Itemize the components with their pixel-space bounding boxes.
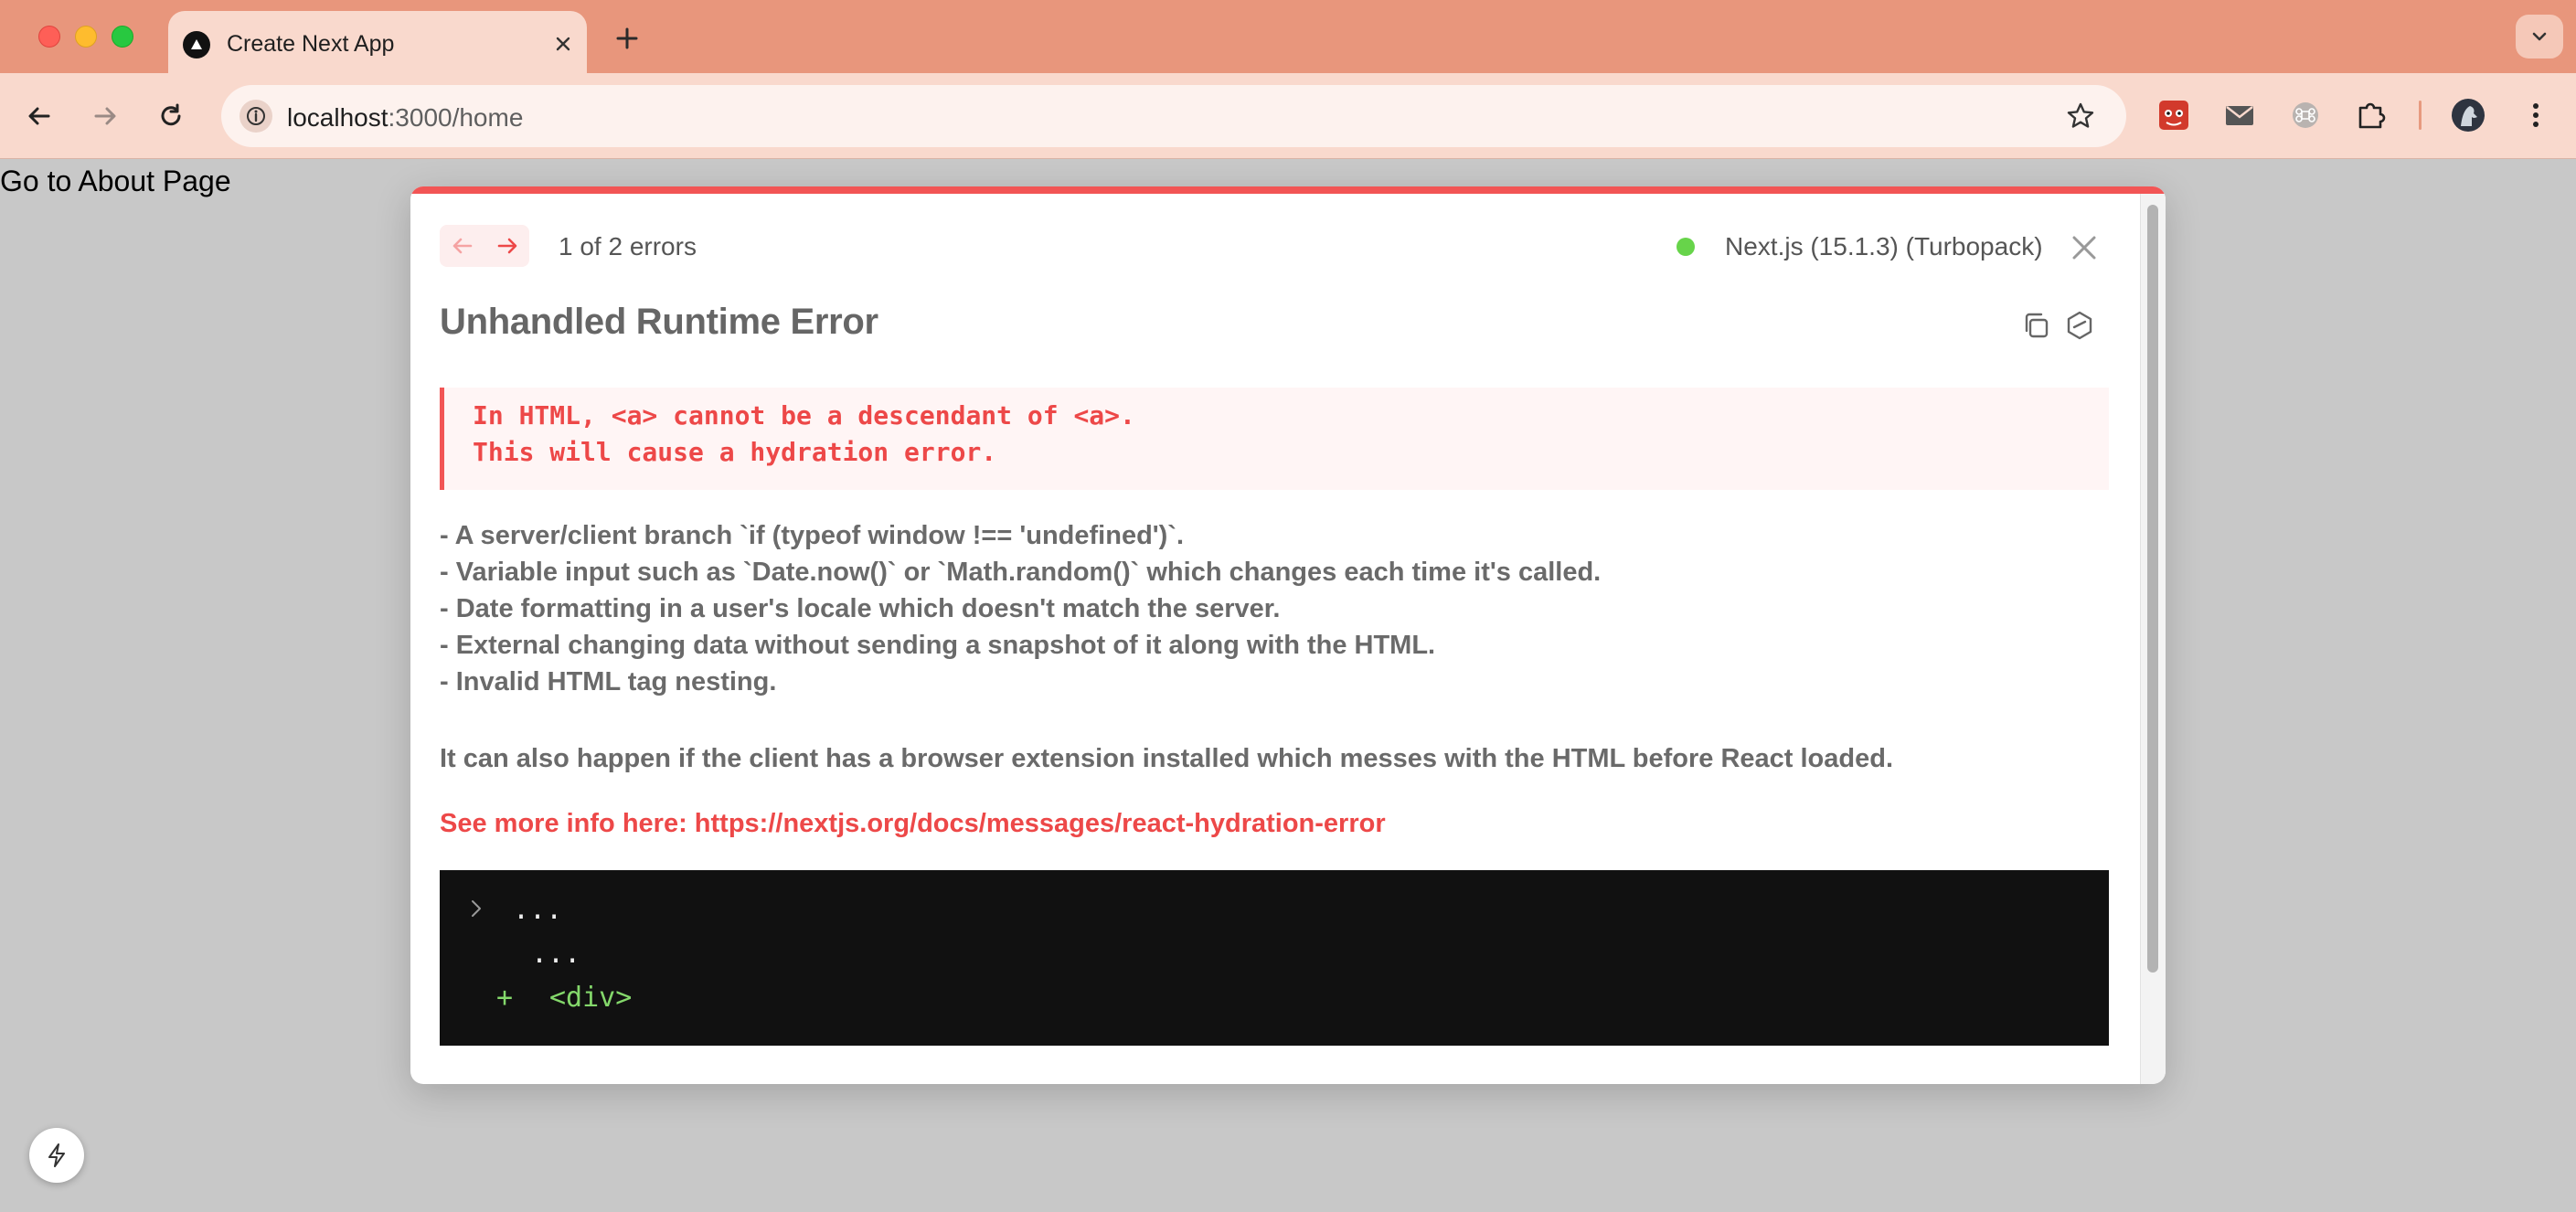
- code-line-1: ...: [513, 894, 563, 926]
- url-text[interactable]: localhost:3000/home: [287, 103, 523, 133]
- error-message-line-2: This will cause a hydration error.: [473, 437, 997, 467]
- code-line-2: ...: [531, 938, 581, 970]
- address-bar[interactable]: localhost:3000/home: [221, 85, 2126, 147]
- extension-icon[interactable]: [2353, 97, 2390, 133]
- site-info-icon[interactable]: [240, 100, 272, 133]
- nextjs-version[interactable]: Next.js (15.1.3) (Turbopack): [1725, 232, 2043, 261]
- nextjs-dev-indicator[interactable]: [29, 1128, 84, 1183]
- extension-note: It can also happen if the client has a b…: [440, 744, 1894, 773]
- nextjs-favicon-icon: [183, 31, 210, 58]
- arrow-left-icon: [452, 238, 473, 254]
- toolbar-divider: [2419, 101, 2422, 130]
- star-icon[interactable]: [2064, 100, 2097, 133]
- docs-link[interactable]: See more info here: https://nextjs.org/d…: [440, 809, 1386, 839]
- tab-title: Create Next App: [227, 31, 395, 57]
- error-message-box: In HTML, <a> cannot be a descendant of <…: [440, 388, 2109, 490]
- chevron-down-icon: [2532, 32, 2547, 41]
- url-host: localhost: [287, 103, 389, 132]
- cause-item: - A server/client branch `if (typeof win…: [440, 521, 1185, 550]
- command-icon[interactable]: [2287, 97, 2324, 133]
- reload-icon[interactable]: [150, 95, 192, 137]
- error-pagination: [440, 225, 529, 267]
- tab-search-button[interactable]: [2516, 15, 2563, 58]
- overlay-scrollbar[interactable]: [2140, 194, 2166, 1084]
- back-arrow-icon[interactable]: [18, 95, 60, 137]
- profile-avatar[interactable]: [2450, 97, 2486, 133]
- close-icon[interactable]: [2069, 232, 2100, 263]
- browser-tab[interactable]: Create Next App: [168, 11, 587, 73]
- tab-strip: Create Next App: [0, 0, 2576, 73]
- cause-item: - Date formatting in a user's locale whi…: [440, 594, 1281, 623]
- window-zoom-button[interactable]: [112, 26, 133, 48]
- chevron-right-icon[interactable]: [467, 898, 485, 924]
- code-diff-block: ... ... + <div>: [440, 870, 2109, 1046]
- error-count: 1 of 2 errors: [559, 232, 697, 260]
- arrow-right-icon: [497, 238, 517, 254]
- docs-icon[interactable]: [2063, 309, 2096, 342]
- diff-added-marker: +: [496, 982, 514, 1014]
- more-vert-icon[interactable]: [2517, 97, 2554, 133]
- mail-icon[interactable]: [2221, 97, 2258, 133]
- forward-arrow-icon[interactable]: [84, 95, 126, 137]
- previous-error-button[interactable]: [440, 225, 484, 267]
- about-page-link[interactable]: Go to About Page: [0, 165, 231, 198]
- cause-item: - Invalid HTML tag nesting.: [440, 667, 777, 696]
- status-dot: [1677, 238, 1695, 256]
- cause-item: - Variable input such as `Date.now()` or…: [440, 558, 1602, 587]
- scrollbar-thumb[interactable]: [2147, 205, 2158, 973]
- next-error-button[interactable]: [484, 225, 529, 267]
- cause-item: - External changing data without sending…: [440, 631, 1436, 660]
- error-overlay-dialog: 1 of 2 errors Next.js (15.1.3) (Turbopac…: [410, 186, 2166, 1084]
- error-title: Unhandled Runtime Error: [440, 302, 878, 342]
- close-icon[interactable]: [550, 31, 576, 57]
- extension-red-icon[interactable]: [2156, 97, 2192, 133]
- error-message-line-1: In HTML, <a> cannot be a descendant of <…: [473, 400, 1135, 431]
- window-minimize-button[interactable]: [75, 26, 97, 48]
- copy-icon[interactable]: [2019, 309, 2052, 342]
- overlay-accent-bar: [410, 186, 2166, 194]
- code-line-3: <div>: [549, 982, 633, 1014]
- plus-icon[interactable]: [611, 22, 644, 55]
- window-close-button[interactable]: [38, 26, 60, 48]
- lightning-bolt-icon: [48, 1143, 65, 1167]
- url-path: :3000/home: [388, 103, 524, 132]
